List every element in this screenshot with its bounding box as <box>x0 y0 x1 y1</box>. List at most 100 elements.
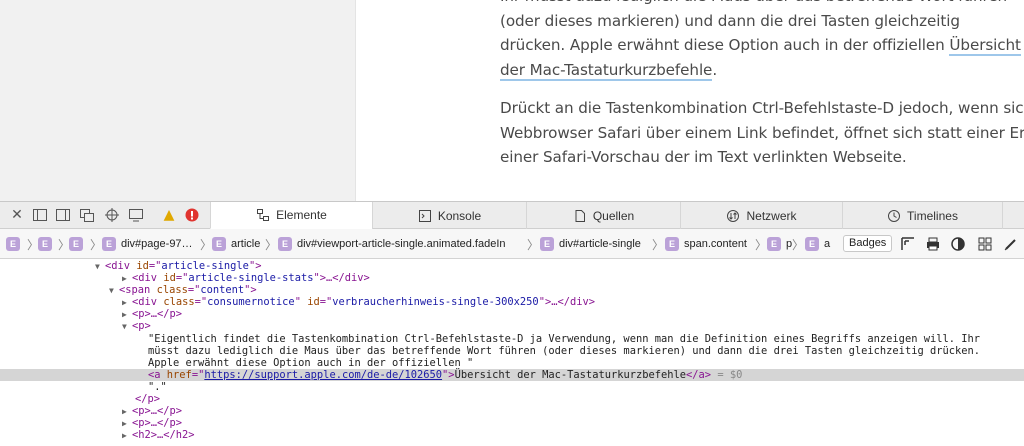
tag-name: <p>…</p> <box>132 405 183 417</box>
error-icon[interactable] <box>184 207 200 223</box>
paragraph-text: drücken. Apple erwähnt diese Option auch… <box>500 36 950 54</box>
breadcrumb-label: article <box>231 238 261 250</box>
element-icon: E <box>102 237 116 251</box>
element-icon: E <box>767 237 781 251</box>
paragraph-line: Ihr müsst dazu lediglich die Maus über d… <box>500 0 1024 9</box>
paragraph-line: Webbrowser Safari über einem Link befind… <box>500 123 1024 142</box>
tab-label: Elemente <box>276 208 327 222</box>
pencil-icon[interactable] <box>1003 236 1019 252</box>
breadcrumb-item[interactable]: E <box>69 237 88 251</box>
device-icon[interactable] <box>128 207 144 223</box>
console-icon <box>418 209 432 223</box>
breadcrumb-item[interactable]: Ediv#viewport-article-single.animated.fa… <box>278 237 506 251</box>
element-icon: E <box>805 237 819 251</box>
dom-node[interactable]: ▶ <p>…</p> <box>0 417 1024 429</box>
timelines-icon <box>887 209 901 223</box>
breadcrumb-item[interactable]: Ediv#page-97… <box>102 237 193 251</box>
breadcrumb-item[interactable]: E <box>38 237 57 251</box>
chevron-right-icon: 〉 <box>265 238 278 252</box>
breadcrumb-label: a <box>824 238 831 250</box>
badges-button[interactable]: Badges <box>843 235 893 252</box>
attr-value: verbraucherhinweis-single-300x250 <box>332 296 539 308</box>
breadcrumb-item[interactable]: Espan.content <box>665 237 747 251</box>
color-scheme-icon[interactable] <box>950 236 966 252</box>
breadcrumb-label: div#viewport-article-single.animated.fad… <box>297 238 506 250</box>
grid-overlay-icon[interactable] <box>977 236 993 252</box>
element-picker-icon[interactable] <box>104 207 120 223</box>
element-breadcrumb: E 〉 E 〉 E 〉 Ediv#page-97… 〉 Earticle 〉 E… <box>0 229 1024 259</box>
warning-icon[interactable]: ▲ <box>161 207 177 223</box>
dom-node[interactable]: ▼ <p> <box>0 320 1024 332</box>
dom-node[interactable]: ▶ <p>…</p> <box>0 405 1024 417</box>
dom-node[interactable]: ▶ <div id="article-single-stats">…</div> <box>0 272 1024 284</box>
layout-grid-icon[interactable] <box>900 236 916 252</box>
breadcrumb-label: div#article-single <box>559 238 641 250</box>
dom-node[interactable]: ▼ <span class="content"> <box>0 284 1024 296</box>
paragraph-1: Ihr müsst dazu lediglich die Maus über d… <box>500 0 1024 82</box>
tag-close: …</div> <box>551 296 596 308</box>
element-icon: E <box>665 237 679 251</box>
breadcrumb-item[interactable]: Ep <box>767 237 792 251</box>
attr-value[interactable]: https://support.apple.com/de-de/102650 <box>204 369 442 381</box>
disclosure-open-icon[interactable]: ▼ <box>122 321 132 333</box>
tab-label: Timelines <box>907 208 958 223</box>
element-icon: E <box>69 237 83 251</box>
tab-overflow[interactable] <box>1002 202 1024 229</box>
attr-value: content <box>200 284 245 296</box>
tab-console[interactable]: Konsole <box>372 202 526 229</box>
breadcrumb-item[interactable]: E <box>6 237 25 251</box>
breadcrumb-item[interactable]: Ediv#article-single <box>540 237 641 251</box>
dom-node[interactable]: </p> <box>0 393 1024 405</box>
article-link-part1[interactable]: Übersicht <box>949 36 1021 56</box>
tab-sources[interactable]: Quellen <box>526 202 680 229</box>
undock-icon[interactable] <box>79 207 95 223</box>
tab-label: Konsole <box>437 208 482 223</box>
dock-side-icon[interactable] <box>55 207 71 223</box>
attr-name: class <box>163 296 195 308</box>
breadcrumb-label: span.content <box>684 238 747 250</box>
article-link-part2[interactable]: der Mac-Tastaturkurzbefehle <box>500 60 712 81</box>
paragraph-line: (oder dieses markieren) und dann die dre… <box>500 11 960 30</box>
element-icon: E <box>540 237 554 251</box>
tag-name: <p>…</p> <box>132 308 183 320</box>
dom-node[interactable]: ▶ <h2>…</h2> <box>0 429 1024 441</box>
dom-node[interactable]: ▶ <p>…</p> <box>0 308 1024 320</box>
element-icon: E <box>278 237 292 251</box>
breadcrumb-label: div#page-97… <box>121 238 193 250</box>
paragraph-line: drücken. Apple erwähnt diese Option auch… <box>500 33 1024 58</box>
tag-name: <p>…</p> <box>132 417 183 429</box>
inspector-tab-bar: ✕ ▲ Elemente Konsole Quellen Netzwerk Ti… <box>0 202 1024 229</box>
dom-node-selected[interactable]: <a href="https://support.apple.com/de-de… <box>0 369 1024 381</box>
breadcrumb-item[interactable]: Ea <box>805 237 830 251</box>
disclosure-closed-icon[interactable]: ▶ <box>122 430 132 442</box>
dom-node[interactable]: ▼ <div id="article-single"> <box>0 260 1024 272</box>
network-icon <box>726 209 740 223</box>
chevron-right-icon: 〉 <box>200 238 213 252</box>
dock-bottom-icon[interactable] <box>32 207 48 223</box>
tab-network[interactable]: Netzwerk <box>680 202 842 229</box>
sources-icon <box>573 209 587 223</box>
tab-timelines[interactable]: Timelines <box>842 202 1002 229</box>
tag-name: span <box>125 284 151 296</box>
text-node[interactable]: "Eigentlich findet die Tastenkombination… <box>0 333 1024 345</box>
attr-value: article-single-stats <box>188 272 314 284</box>
article-text: Ihr müsst dazu lediglich die Maus über d… <box>500 0 1024 184</box>
chevron-right-icon: 〉 <box>755 238 768 252</box>
text-node[interactable]: "." <box>0 381 1024 393</box>
tag-name: div <box>138 296 158 308</box>
tag-close: </p> <box>135 393 161 405</box>
paragraph-line: der Mac-Tastaturkurzbefehle. <box>500 58 1024 83</box>
attr-name: id <box>307 296 320 308</box>
paragraph-text: . <box>712 60 718 79</box>
tab-elements[interactable]: Elemente <box>210 202 372 229</box>
tag-name: <p> <box>132 320 151 332</box>
attr-name: id <box>163 272 176 284</box>
console-ref: = $0 <box>717 369 743 381</box>
print-icon[interactable] <box>925 236 941 252</box>
tag-name: <h2>…</h2> <box>132 429 195 441</box>
dom-node[interactable]: ▶ <div class="consumernotice" id="verbrau… <box>0 296 1024 308</box>
close-icon[interactable]: ✕ <box>9 207 25 223</box>
text-node[interactable]: Apple erwähnt diese Option auch in der o… <box>0 357 1024 369</box>
breadcrumb-item[interactable]: Earticle <box>212 237 260 251</box>
text-node[interactable]: müsst dazu lediglich die Maus über das b… <box>0 345 1024 357</box>
